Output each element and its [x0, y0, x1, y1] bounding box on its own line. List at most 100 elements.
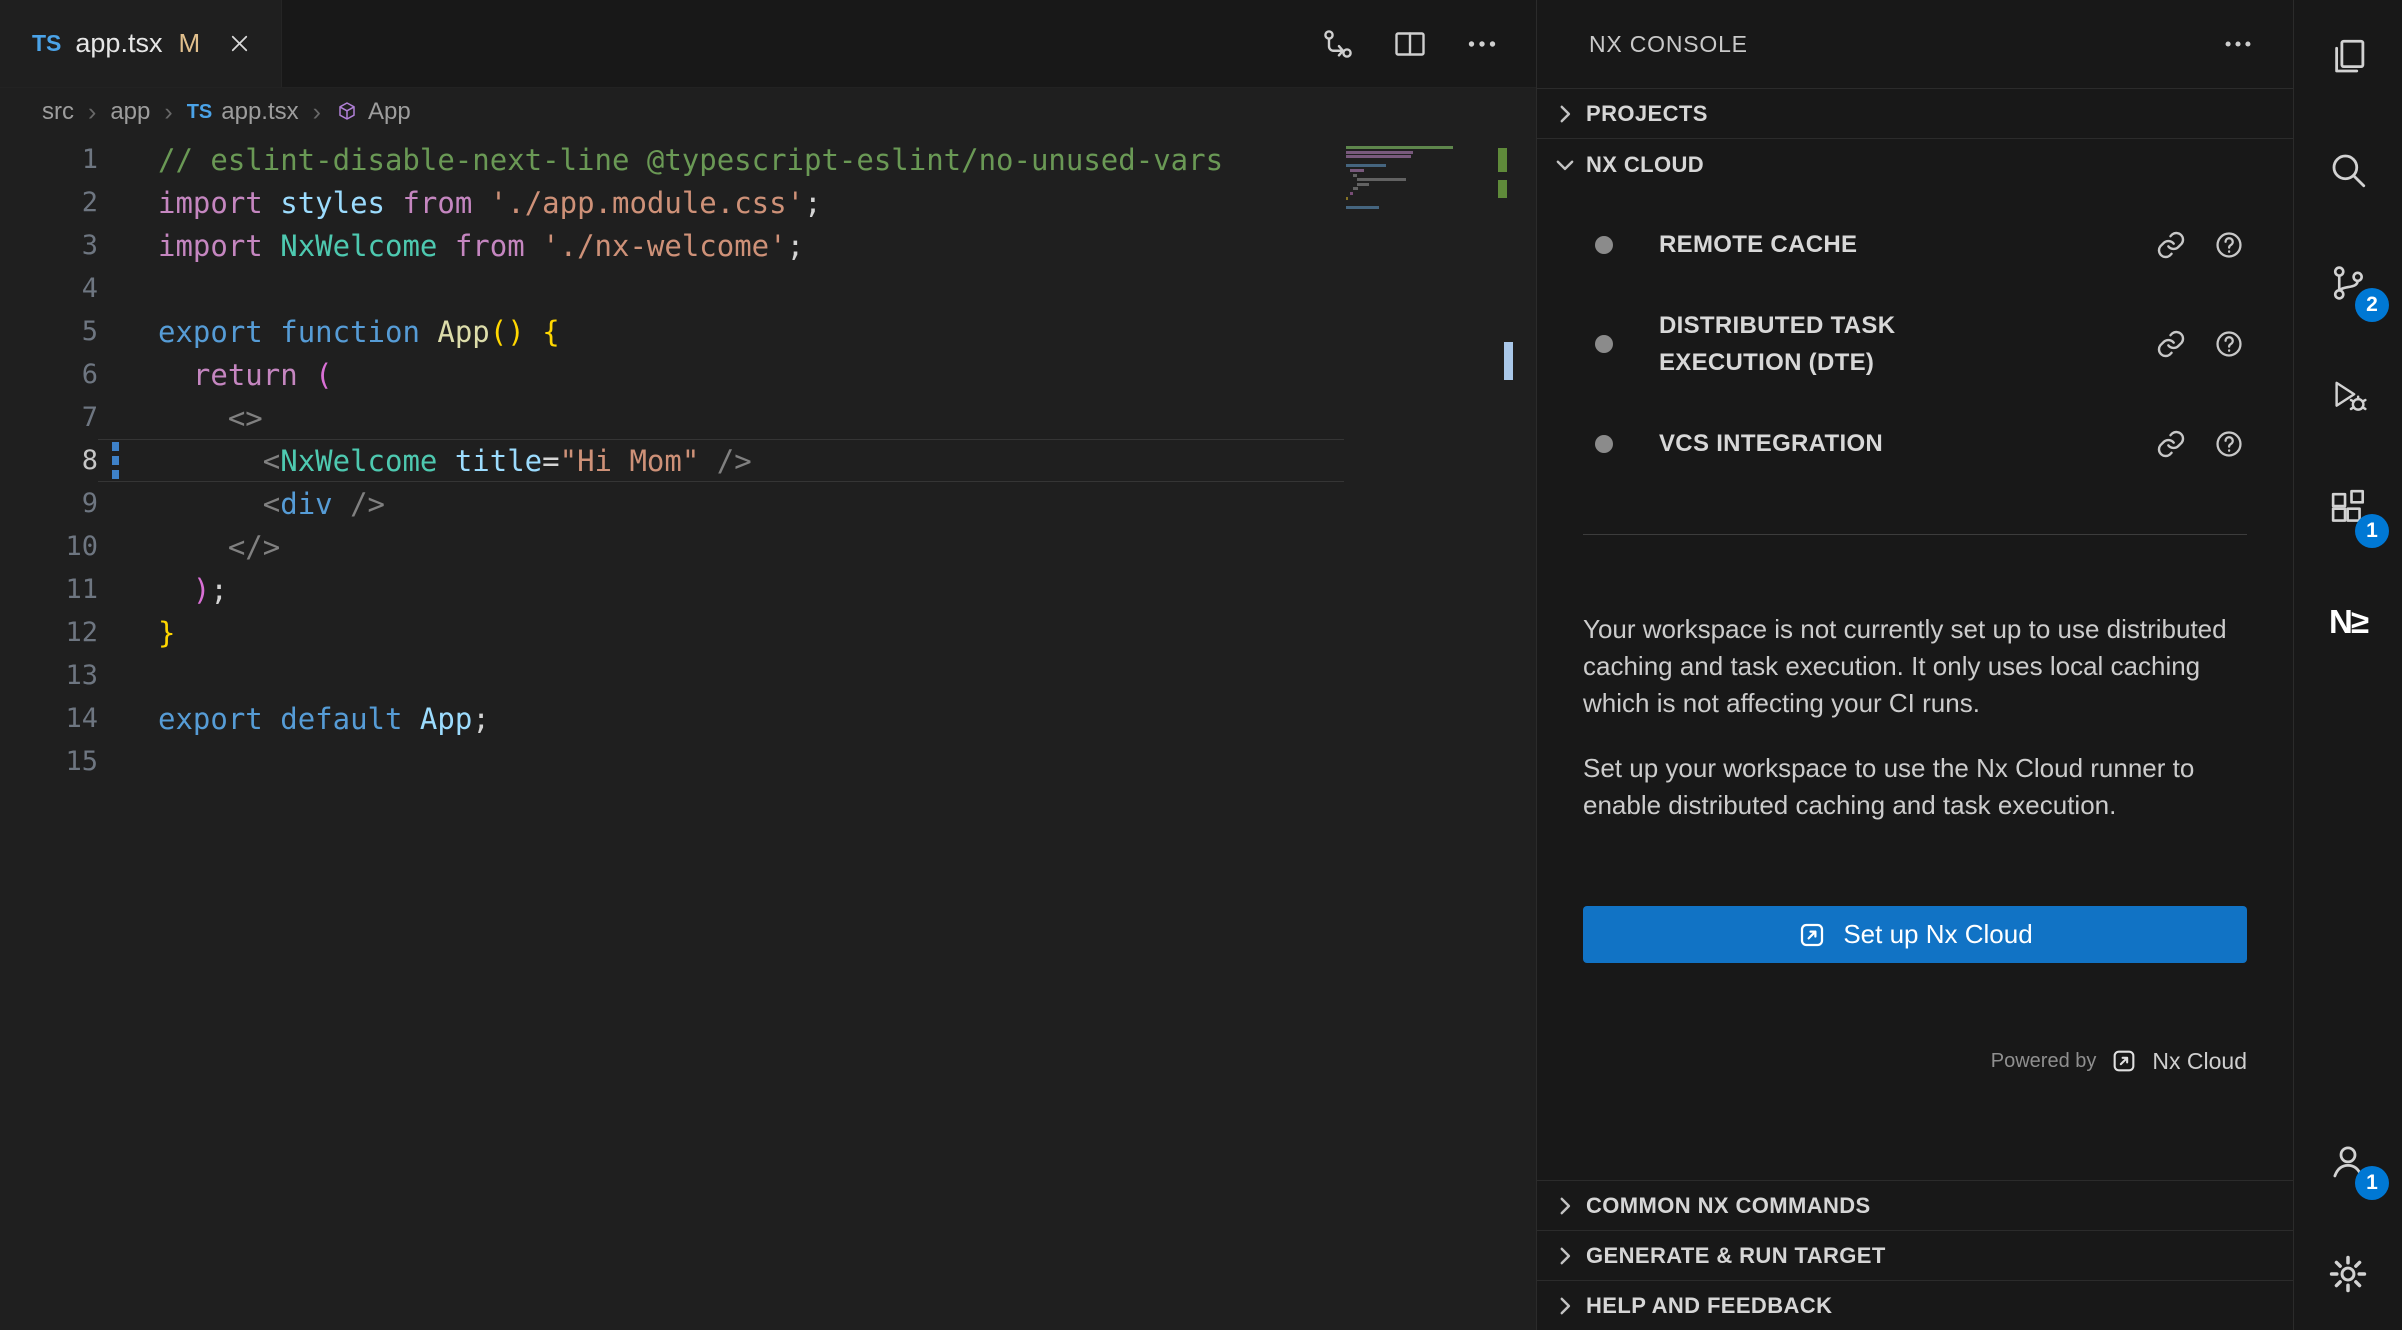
line-number: 14	[0, 697, 98, 740]
code-line-5[interactable]: 5export function App() {	[0, 310, 1536, 353]
code-line-4[interactable]: 4	[0, 267, 1536, 310]
chevron-down-icon	[1552, 152, 1578, 178]
code-line-1[interactable]: 1// eslint-disable-next-line @typescript…	[0, 138, 1536, 181]
nx-cloud-logo-icon	[1797, 920, 1827, 950]
status-dot	[1595, 435, 1613, 453]
help-icon[interactable]	[2213, 229, 2245, 261]
breadcrumb-label: App	[368, 98, 411, 126]
section-projects[interactable]: PROJECTS	[1537, 88, 2293, 138]
activity-extensions[interactable]: 1	[2294, 452, 2402, 565]
line-number: 2	[0, 181, 98, 224]
nx-console-icon: N≥	[2329, 603, 2367, 641]
nx-cloud-item-remote-cache[interactable]: REMOTE CACHE	[1537, 204, 2293, 285]
divider	[1583, 534, 2247, 535]
breadcrumb-item-app-tsx[interactable]: TSapp.tsx	[187, 98, 299, 126]
git-modified-badge: M	[178, 28, 200, 59]
activity-source-control[interactable]: 2	[2294, 226, 2402, 339]
activity-search[interactable]	[2294, 113, 2402, 226]
bottom-sections: COMMON NX COMMANDS GENERATE & RUN TARGET H…	[1537, 1180, 2293, 1330]
line-number: 10	[0, 525, 98, 568]
code-text: <div />	[98, 482, 1344, 525]
connect-icon[interactable]	[2155, 328, 2187, 360]
minimap-line	[1350, 192, 1354, 195]
line-number: 5	[0, 310, 98, 353]
more-actions-icon[interactable]	[1464, 26, 1500, 62]
code-line-9[interactable]: 9 <div />	[0, 482, 1536, 525]
cloud-item-actions	[2155, 328, 2293, 360]
minimap-line	[1350, 169, 1364, 172]
cloud-item-label: VCS INTEGRATION	[1659, 425, 1971, 462]
code-lines: 1// eslint-disable-next-line @typescript…	[0, 138, 1536, 783]
code-text: <>	[98, 396, 1344, 439]
minimap-line	[1353, 174, 1357, 177]
breadcrumb-item-src[interactable]: src	[42, 98, 74, 126]
code-line-6[interactable]: 6 return (	[0, 353, 1536, 396]
code-editor[interactable]: 1// eslint-disable-next-line @typescript…	[0, 136, 1536, 1330]
status-dot	[1595, 236, 1613, 254]
code-line-15[interactable]: 15	[0, 740, 1536, 783]
nx-cloud-items: REMOTE CACHEDISTRIBUTED TASK EXECUTION (…	[1537, 190, 2293, 484]
minimap-line	[1346, 151, 1413, 154]
tab-title: app.tsx	[75, 28, 162, 59]
connect-icon[interactable]	[2155, 428, 2187, 460]
section-label: GENERATE & RUN TARGET	[1586, 1243, 1886, 1269]
split-editor-icon[interactable]	[1392, 26, 1428, 62]
connect-icon[interactable]	[2155, 229, 2187, 261]
nx-cloud-logo-icon	[2110, 1047, 2138, 1075]
close-icon[interactable]	[226, 30, 253, 57]
setup-nx-cloud-button[interactable]: Set up Nx Cloud	[1583, 906, 2247, 963]
breadcrumb-item-app[interactable]: App	[335, 98, 411, 126]
code-line-12[interactable]: 12}	[0, 611, 1536, 654]
minimap-line	[1346, 197, 1348, 200]
code-text: </>	[98, 525, 1344, 568]
section-common-nx-commands[interactable]: COMMON NX COMMANDS	[1537, 1180, 2293, 1230]
breadcrumb-item-app[interactable]: app	[110, 98, 150, 126]
line-number: 15	[0, 740, 98, 783]
section-label: PROJECTS	[1586, 101, 1708, 127]
git-modified-gutter-marker	[112, 442, 119, 479]
tab-app-tsx[interactable]: TS app.tsx M	[0, 0, 282, 87]
help-icon[interactable]	[2213, 428, 2245, 460]
chevron-right-icon	[1552, 101, 1578, 127]
editor-group: TS app.tsx M src›app›TSapp.tsx›App 1// e…	[0, 0, 1537, 1330]
panel-header: NX CONSOLE	[1537, 0, 2293, 88]
activity-account[interactable]: 1	[2294, 1104, 2402, 1217]
code-line-11[interactable]: 11 );	[0, 568, 1536, 611]
powered-by-row: Powered by Nx Cloud	[1583, 1047, 2247, 1075]
chevron-right-icon	[1552, 1293, 1578, 1319]
activity-nx-console[interactable]: N≥	[2294, 565, 2402, 678]
section-label: COMMON NX COMMANDS	[1586, 1193, 1871, 1219]
help-icon[interactable]	[2213, 328, 2245, 360]
code-line-3[interactable]: 3import NxWelcome from './nx-welcome';	[0, 224, 1536, 267]
breadcrumb: src›app›TSapp.tsx›App	[0, 88, 1536, 136]
code-line-10[interactable]: 10 </>	[0, 525, 1536, 568]
breadcrumb-separator: ›	[313, 98, 321, 127]
code-line-7[interactable]: 7 <>	[0, 396, 1536, 439]
code-text: // eslint-disable-next-line @typescript-…	[98, 138, 1344, 181]
activity-settings[interactable]	[2294, 1217, 2402, 1330]
nx-console-panel: NX CONSOLE PROJECTS NX CLOUD REMOTE CACH…	[1537, 0, 2294, 1330]
minimap[interactable]	[1346, 146, 1506, 215]
code-line-8[interactable]: 8 <NxWelcome title="Hi Mom" />	[0, 439, 1536, 482]
breadcrumb-label: src	[42, 98, 74, 126]
section-nx-cloud[interactable]: NX CLOUD	[1537, 138, 2293, 190]
code-line-14[interactable]: 14export default App;	[0, 697, 1536, 740]
activity-run-debug[interactable]	[2294, 339, 2402, 452]
badge: 2	[2355, 288, 2389, 322]
section-help-and-feedback[interactable]: HELP AND FEEDBACK	[1537, 1280, 2293, 1330]
code-text: import NxWelcome from './nx-welcome';	[98, 224, 1344, 267]
nx-cloud-item-distributed-task-execution-dte-[interactable]: DISTRIBUTED TASK EXECUTION (DTE)	[1537, 285, 2293, 403]
activity-explorer[interactable]	[2294, 0, 2402, 113]
code-line-13[interactable]: 13	[0, 654, 1536, 697]
cloud-item-actions	[2155, 229, 2293, 261]
line-number: 1	[0, 138, 98, 181]
code-line-2[interactable]: 2import styles from './app.module.css';	[0, 181, 1536, 224]
open-changes-icon[interactable]	[1320, 26, 1356, 62]
more-actions-icon[interactable]	[2221, 27, 2255, 61]
explorer-icon	[2327, 36, 2369, 78]
minimap-line	[1353, 187, 1358, 190]
section-generate-run-target[interactable]: GENERATE & RUN TARGET	[1537, 1230, 2293, 1280]
line-number: 13	[0, 654, 98, 697]
nx-cloud-item-vcs-integration[interactable]: VCS INTEGRATION	[1537, 403, 2293, 484]
editor-actions	[1320, 0, 1536, 87]
